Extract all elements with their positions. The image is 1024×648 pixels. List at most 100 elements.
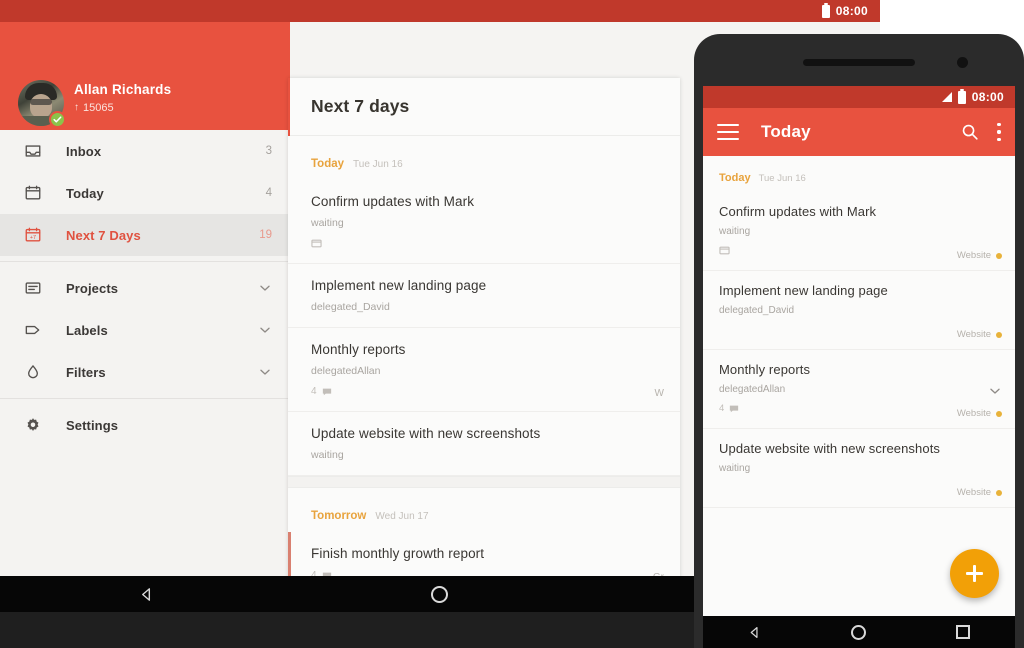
task-row[interactable]: Update website with new screenshots waiti… [703, 429, 1015, 508]
task-meta [311, 238, 662, 249]
sidebar-item-count: 4 [265, 187, 272, 199]
note-icon [311, 238, 322, 249]
sidebar-item-projects[interactable]: Projects [0, 267, 290, 309]
task-project-label: Website [957, 408, 1002, 419]
screenshot-stage: 08:00 Allan Richards ↑ 15065 Inbox 3 Tod… [0, 0, 1024, 648]
chevron-down-icon[interactable] [258, 365, 272, 379]
sidebar-item-label: Next 7 Days [66, 227, 141, 243]
phone-task-items: Confirm updates with Mark waiting Website I… [703, 192, 1015, 508]
task-assignee: delegated_David [719, 305, 795, 316]
sidebar-item-inbox[interactable]: Inbox 3 [0, 130, 290, 172]
section-header: Today Tue Jun 16 [288, 136, 680, 180]
task-project-label: Website [957, 250, 1002, 261]
phone-screen: 08:00 Today Today Tue Jun 16 Confirm upd… [703, 86, 1015, 616]
task-title: Implement new landing page [311, 278, 487, 293]
sidebar-item-label: Settings [66, 417, 119, 433]
task-project-label: W [654, 388, 664, 399]
earpiece-speaker [803, 59, 915, 66]
phone-clock: 08:00 [971, 90, 1004, 104]
task-row[interactable]: Monthly reports delegatedAllan 4 Website [703, 350, 1015, 429]
tablet-navigation-drawer: Allan Richards ↑ 15065 Inbox 3 Today 4 +7 Nex… [0, 22, 290, 612]
battery-icon [821, 2, 830, 18]
avatar-face [30, 94, 52, 118]
sidebar-item-next7[interactable]: +7 Next 7 Days 19 [0, 214, 290, 256]
section-gap [288, 476, 680, 488]
phone-task-list: Today Tue Jun 16 Confirm updates with Ma… [703, 156, 1015, 616]
user-karma: ↑ 15065 [74, 102, 171, 114]
sidebar-item-filters[interactable]: Filters [0, 351, 290, 393]
chevron-down-icon[interactable] [258, 323, 272, 337]
comment-icon [322, 387, 332, 397]
task-project-name: Website [956, 329, 991, 340]
sidebar-item-today[interactable]: Today 4 [0, 172, 290, 214]
task-row[interactable]: Update website with new screenshots waiti… [288, 412, 680, 476]
phone-system-navbar [703, 616, 1015, 648]
sidebar-item-label: Labels [66, 322, 108, 338]
project-color-dot [996, 252, 1002, 259]
task-project-label: Website [957, 329, 1002, 340]
task-title: Implement new landing page [719, 283, 888, 298]
sidebar-item-settings[interactable]: Settings [0, 404, 290, 446]
task-comment-count: 4 [311, 386, 317, 397]
task-row[interactable]: Monthly reports delegatedAllan 4 W [288, 328, 680, 412]
sidebar-item-labels[interactable]: Labels [0, 309, 290, 351]
task-row[interactable]: Implement new landing page delegated_Davi… [703, 271, 1015, 350]
task-assignee: delegated_David [311, 301, 390, 313]
inbox-icon [22, 140, 44, 162]
task-row[interactable]: Confirm updates with Mark waiting Website [703, 192, 1015, 271]
more-vert-icon[interactable] [997, 123, 1001, 141]
task-title: Update website with new screenshots [311, 426, 541, 441]
task-assignee: delegatedAllan [311, 365, 381, 377]
task-row[interactable]: Implement new landing page delegated_Davi… [288, 264, 680, 328]
chevron-down-icon[interactable] [258, 281, 272, 295]
hamburger-menu-icon[interactable] [717, 124, 739, 140]
karma-arrow-icon: ↑ [74, 102, 79, 113]
tablet-clock: 08:00 [835, 4, 868, 18]
task-assignee: delegatedAllan [719, 384, 786, 395]
project-color-dot [996, 331, 1002, 338]
home-nav-icon[interactable] [431, 585, 449, 603]
task-assignee: waiting [311, 217, 344, 229]
drawer-header: Allan Richards ↑ 15065 [0, 22, 290, 130]
add-task-fab[interactable] [950, 549, 999, 598]
task-row[interactable]: Confirm updates with Mark waiting [288, 180, 680, 264]
calendar-7-icon: +7 [22, 224, 44, 246]
task-assignee: waiting [719, 463, 751, 474]
home-nav-icon[interactable] [851, 624, 866, 640]
avatar[interactable] [18, 80, 66, 128]
section-name: Today [719, 172, 751, 184]
back-nav-icon[interactable] [139, 587, 154, 602]
phone-status-bar: 08:00 [703, 86, 1015, 108]
sidebar-item-label: Today [66, 185, 104, 201]
sidebar-item-count: 3 [265, 145, 272, 157]
task-title: Update website with new screenshots [719, 441, 941, 456]
task-project-name: Website [956, 250, 991, 261]
nav-divider [0, 261, 290, 262]
back-nav-icon[interactable] [748, 626, 761, 639]
gear-icon [22, 414, 44, 436]
list-icon [22, 277, 44, 299]
recents-nav-icon[interactable] [956, 625, 970, 639]
task-meta: 4 [311, 386, 662, 397]
search-icon[interactable] [961, 123, 979, 141]
svg-text:+7: +7 [30, 235, 36, 241]
section-date: Tue Jun 16 [353, 159, 403, 170]
tablet-task-sections: Today Tue Jun 16 Confirm updates with Mark… [288, 136, 680, 612]
nav-divider [0, 398, 290, 399]
phone-section-header: Today Tue Jun 16 [703, 156, 1015, 192]
project-color-dot [996, 489, 1002, 496]
task-title: Confirm updates with Mark [311, 194, 475, 209]
calendar-icon [22, 182, 44, 204]
user-name: Allan Richards [74, 82, 172, 97]
verified-check-icon [49, 111, 66, 128]
phone-app-bar: Today [703, 108, 1015, 156]
signal-icon [941, 92, 952, 102]
task-assignee: waiting [311, 449, 344, 461]
sidebar-item-label: Projects [66, 280, 119, 296]
filter-drop-icon [22, 361, 44, 383]
content-header: Next 7 days [288, 78, 680, 136]
sidebar-item-label: Filters [66, 364, 106, 380]
section-name: Today [311, 158, 345, 170]
tablet-status-icons: 08:00 [821, 2, 868, 18]
chevron-down-icon[interactable] [988, 384, 1002, 398]
